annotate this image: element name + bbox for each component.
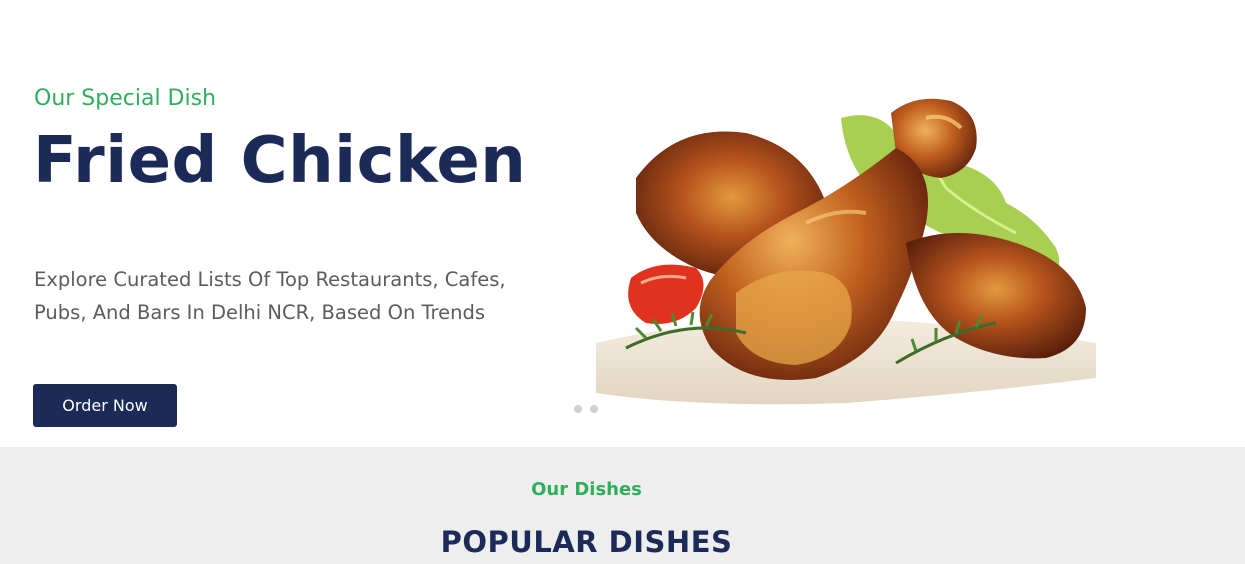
fried-chicken-image bbox=[596, 98, 1096, 405]
hero-title: Fried Chicken bbox=[33, 124, 527, 198]
slider-dots bbox=[574, 405, 598, 413]
order-now-button[interactable]: Order Now bbox=[33, 384, 177, 427]
slider-dot[interactable] bbox=[590, 405, 598, 413]
slider-dot[interactable] bbox=[574, 405, 582, 413]
hero-description: Explore Curated Lists Of Top Restaurants… bbox=[34, 268, 506, 324]
dishes-section: Our Dishes POPULAR DISHES bbox=[0, 447, 1245, 564]
dishes-title: POPULAR DISHES bbox=[440, 525, 733, 559]
hero-eyebrow: Our Special Dish bbox=[34, 86, 217, 111]
hero-section: Our Special Dish Fried Chicken Explore C… bbox=[0, 0, 1245, 447]
dishes-eyebrow: Our Dishes bbox=[531, 479, 642, 500]
